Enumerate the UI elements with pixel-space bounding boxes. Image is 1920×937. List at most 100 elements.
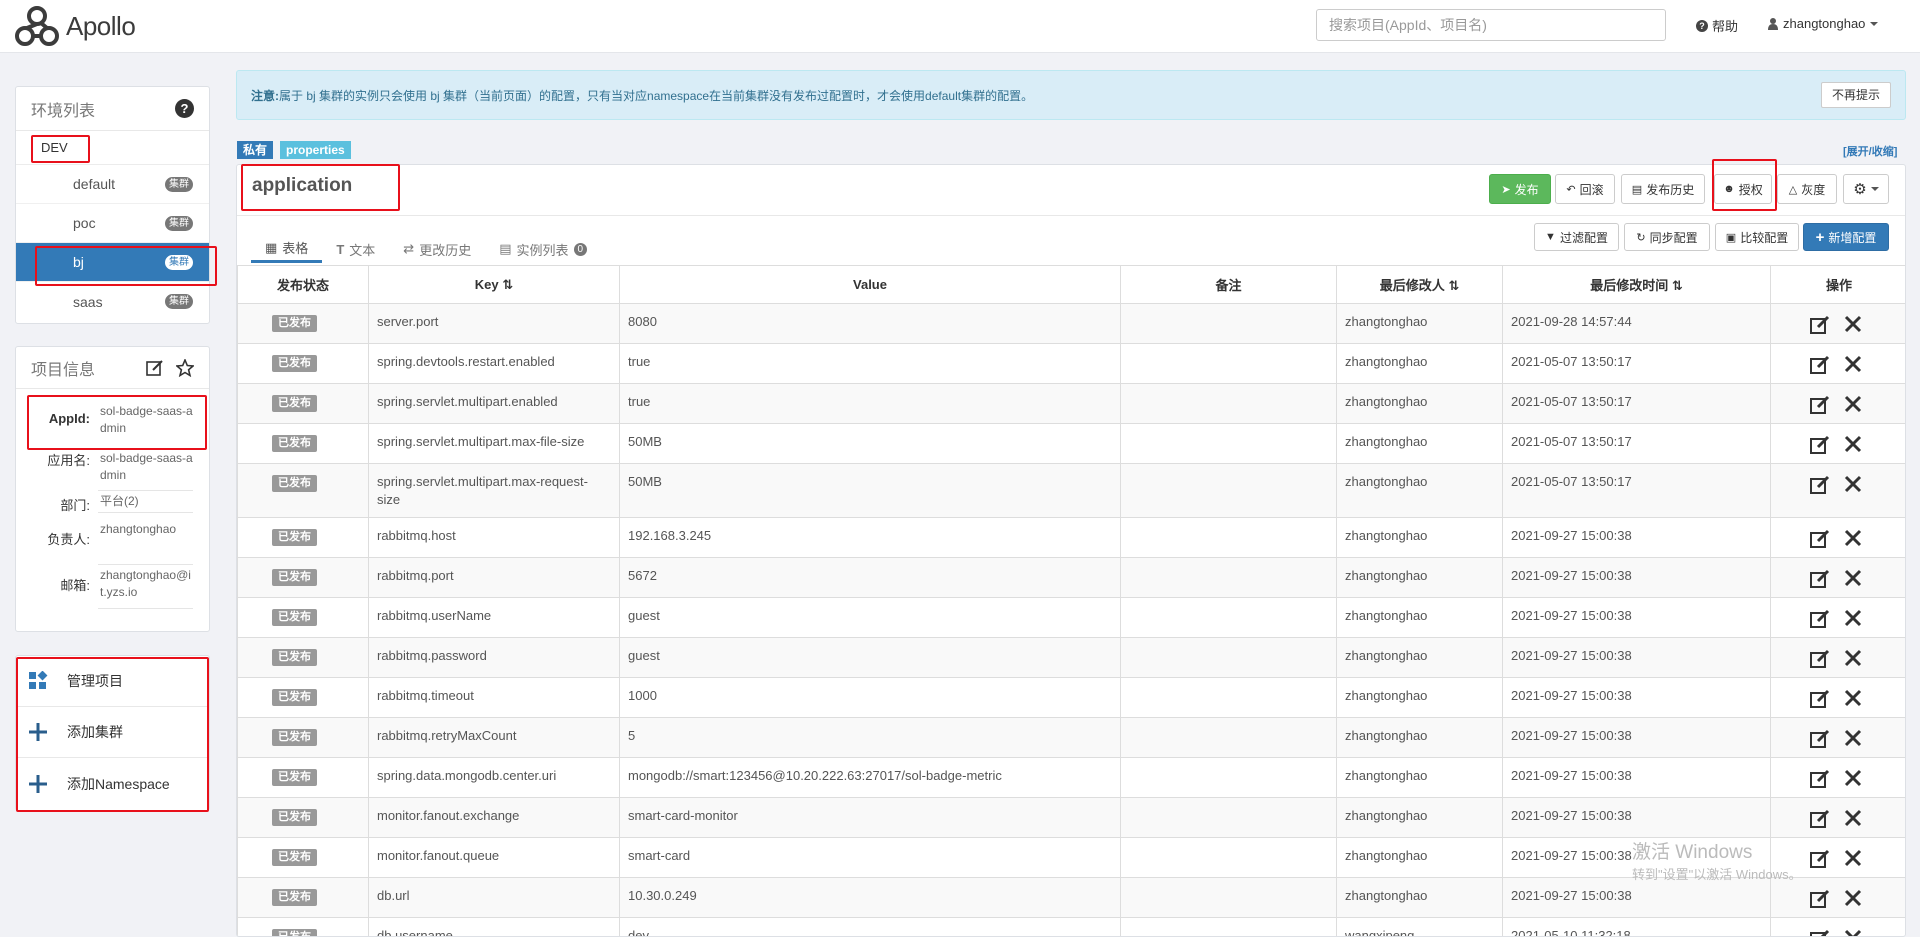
- env-dev[interactable]: DEV: [16, 131, 209, 165]
- delete-icon[interactable]: [1843, 608, 1863, 630]
- cell-modified-time: 2021-09-27 15:00:38: [1502, 597, 1771, 638]
- sync-config-button[interactable]: ↻ 同步配置: [1624, 223, 1710, 251]
- info-label: AppId:: [48, 411, 90, 426]
- cluster-item-default[interactable]: default 集群: [16, 165, 209, 204]
- cell-comment: [1120, 757, 1337, 798]
- add-cluster-button[interactable]: 添加集群: [16, 707, 209, 758]
- apollo-logo-icon: [15, 6, 59, 46]
- cell-modified-time: 2021-05-07 13:50:17: [1502, 463, 1771, 518]
- add-namespace-button[interactable]: 添加Namespace: [16, 758, 209, 809]
- search-input[interactable]: 搜索项目(AppId、项目名): [1316, 9, 1666, 41]
- cell-comment: [1120, 517, 1337, 558]
- edit-icon[interactable]: [1809, 528, 1831, 550]
- delete-icon[interactable]: [1843, 568, 1863, 590]
- table-row: 已发布 db.username dev wangxipeng 2021-05-10 11…: [237, 917, 1905, 936]
- edit-icon[interactable]: [1809, 648, 1831, 670]
- question-circle-icon[interactable]: ?: [175, 99, 194, 118]
- cell-status: 已发布: [237, 637, 369, 678]
- cluster-item-poc[interactable]: poc 集群: [16, 204, 209, 243]
- column-header-modified-time[interactable]: 最后修改时间 ⇅: [1502, 265, 1771, 304]
- cell-value: 8080: [619, 303, 1121, 344]
- dismiss-notice-button[interactable]: 不再提示: [1820, 82, 1891, 108]
- delete-icon[interactable]: [1843, 768, 1863, 790]
- cell-modified-time: 2021-05-07 13:50:17: [1502, 343, 1771, 384]
- help-link[interactable]: ? 帮助: [1696, 16, 1738, 35]
- publish-history-button[interactable]: ▤ 发布历史: [1621, 174, 1705, 204]
- edit-icon[interactable]: [1809, 848, 1831, 870]
- gray-release-button[interactable]: △ 灰度: [1777, 174, 1837, 204]
- authorize-button[interactable]: ☻ 授权: [1714, 174, 1772, 204]
- column-header-key[interactable]: Key ⇅: [368, 265, 620, 304]
- cell-ops: [1770, 517, 1905, 558]
- star-icon[interactable]: [176, 358, 194, 377]
- edit-icon[interactable]: [146, 359, 164, 377]
- delete-icon[interactable]: [1843, 648, 1863, 670]
- cell-comment: [1120, 423, 1337, 464]
- delete-icon[interactable]: [1843, 474, 1863, 496]
- tab-text[interactable]: T 文本: [322, 235, 389, 263]
- cluster-item-saas[interactable]: saas 集群: [16, 282, 209, 321]
- add-config-button[interactable]: + 新增配置: [1803, 223, 1889, 251]
- plus-icon: [26, 720, 50, 744]
- compare-config-button[interactable]: ▣ 比较配置: [1715, 223, 1799, 251]
- published-badge: 已发布: [272, 809, 317, 826]
- delete-icon[interactable]: [1843, 888, 1863, 910]
- apollo-logo[interactable]: Apollo: [14, 4, 136, 48]
- delete-icon[interactable]: [1843, 848, 1863, 870]
- settings-dropdown-button[interactable]: ⚙: [1843, 174, 1889, 204]
- edit-icon[interactable]: [1809, 354, 1831, 376]
- cell-value: smart-card-monitor: [619, 797, 1121, 838]
- cell-value: smart-card: [619, 837, 1121, 878]
- edit-icon[interactable]: [1809, 808, 1831, 830]
- delete-icon[interactable]: [1843, 688, 1863, 710]
- column-header-ops: 操作: [1770, 265, 1905, 304]
- publish-label: 发布: [1514, 182, 1539, 197]
- edit-icon[interactable]: [1809, 928, 1831, 936]
- filter-config-button[interactable]: ▼ 过滤配置: [1534, 223, 1619, 251]
- cell-ops: [1770, 383, 1905, 424]
- cell-ops: [1770, 557, 1905, 598]
- app-name: Apollo: [66, 10, 136, 41]
- cell-value: guest: [619, 637, 1121, 678]
- manage-project-button[interactable]: 管理项目: [16, 656, 209, 707]
- edit-icon[interactable]: [1809, 888, 1831, 910]
- gray-release-label: 灰度: [1801, 182, 1826, 197]
- edit-icon[interactable]: [1809, 474, 1831, 496]
- column-header-modifier[interactable]: 最后修改人 ⇅: [1336, 265, 1503, 304]
- delete-icon[interactable]: [1843, 434, 1863, 456]
- cluster-notice: 注意: 属于 bj 集群的实例只会使用 bj 集群（当前页面）的配置，只有当对应…: [236, 70, 1906, 120]
- delete-icon[interactable]: [1843, 394, 1863, 416]
- edit-icon[interactable]: [1809, 608, 1831, 630]
- cell-comment: [1120, 797, 1337, 838]
- delete-icon[interactable]: [1843, 928, 1863, 936]
- edit-icon[interactable]: [1809, 568, 1831, 590]
- delete-icon[interactable]: [1843, 528, 1863, 550]
- cell-ops: [1770, 423, 1905, 464]
- edit-icon[interactable]: [1809, 394, 1831, 416]
- notice-text: 属于 bj 集群的实例只会使用 bj 集群（当前页面）的配置，只有当对应name…: [279, 88, 1034, 103]
- delete-icon[interactable]: [1843, 354, 1863, 376]
- rollback-button[interactable]: ↶ 回滚: [1555, 174, 1615, 204]
- edit-icon[interactable]: [1809, 434, 1831, 456]
- delete-icon[interactable]: [1843, 728, 1863, 750]
- expand-collapse-link[interactable]: [展开/收缩]: [1843, 143, 1897, 159]
- publish-button[interactable]: ➤ 发布: [1489, 174, 1551, 204]
- edit-icon[interactable]: [1809, 314, 1831, 336]
- user-menu[interactable]: zhangtonghao: [1768, 16, 1879, 31]
- delete-icon[interactable]: [1843, 314, 1863, 336]
- cell-status: 已发布: [237, 797, 369, 838]
- published-badge: 已发布: [272, 435, 317, 452]
- cell-comment: [1120, 917, 1337, 936]
- cell-value: true: [619, 383, 1121, 424]
- delete-icon[interactable]: [1843, 808, 1863, 830]
- tab-change-history[interactable]: ⇄ 更改历史: [389, 235, 485, 263]
- edit-icon[interactable]: [1809, 688, 1831, 710]
- edit-icon[interactable]: [1809, 768, 1831, 790]
- tab-instances[interactable]: ▤ 实例列表 0: [485, 235, 601, 263]
- published-badge: 已发布: [272, 649, 317, 666]
- cell-modified-time: 2021-09-27 15:00:38: [1502, 637, 1771, 678]
- tab-table[interactable]: ▦ 表格: [251, 235, 323, 263]
- cluster-item-bj[interactable]: bj 集群: [16, 243, 209, 282]
- caret-down-icon: [1870, 187, 1879, 191]
- edit-icon[interactable]: [1809, 728, 1831, 750]
